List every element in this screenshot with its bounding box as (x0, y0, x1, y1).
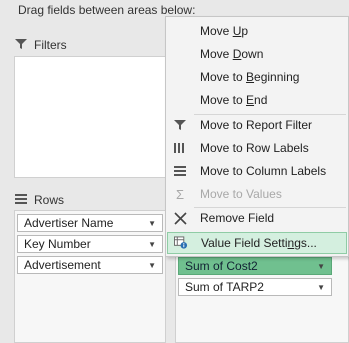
value-field-sum-of-cost2[interactable]: Sum of Cost2 ▼ (178, 257, 332, 275)
rows-label: Rows (34, 193, 65, 207)
chevron-down-icon[interactable]: ▼ (148, 261, 156, 270)
remove-icon (173, 211, 187, 225)
menu-item-move-to-beginning[interactable]: Move to Beginning (166, 66, 348, 88)
chevron-down-icon[interactable]: ▼ (317, 283, 325, 292)
field-label: Advertisement (24, 258, 101, 272)
menu-item-move-to-row-labels[interactable]: Move to Row Labels (166, 137, 348, 159)
field-label: Advertiser Name (24, 216, 114, 230)
menu-item-label: Move to Values (200, 187, 282, 201)
menu-item-value-field-settings[interactable]: Value Field Settings... (167, 232, 347, 254)
menu-item-move-to-report-filter[interactable]: Move to Report Filter (166, 114, 348, 136)
rows-icon (14, 193, 28, 208)
menu-item-label: Move to End (200, 93, 268, 107)
filters-drop-area[interactable] (14, 56, 166, 178)
row-field-advertiser-name[interactable]: Advertiser Name ▼ (17, 214, 163, 232)
filters-header: Filters (14, 34, 164, 56)
field-label: Sum of Cost2 (185, 259, 258, 273)
chevron-down-icon[interactable]: ▼ (148, 240, 156, 249)
value-settings-icon (174, 236, 188, 250)
menu-item-label: Move to Report Filter (200, 118, 313, 132)
menu-item-move-to-values: Σ Move to Values (166, 183, 348, 205)
menu-item-remove-field[interactable]: Remove Field (166, 207, 348, 229)
row-field-advertisement[interactable]: Advertisement ▼ (17, 256, 163, 274)
field-label: Sum of TARP2 (185, 280, 264, 294)
rows-header: Rows (14, 189, 164, 211)
menu-item-move-down[interactable]: Move Down (166, 43, 348, 65)
field-context-menu: Move Up Move Down Move to Beginning Move… (165, 16, 349, 257)
row-field-key-number[interactable]: Key Number ▼ (17, 235, 163, 253)
menu-item-label: Move to Column Labels (200, 164, 327, 178)
filter-icon (14, 38, 28, 53)
chevron-down-icon[interactable]: ▼ (317, 262, 325, 271)
filter-icon (173, 118, 187, 132)
menu-item-label: Move Up (200, 24, 249, 38)
instruction-text: Drag fields between areas below: (18, 3, 196, 17)
menu-item-move-to-end[interactable]: Move to End (166, 89, 348, 111)
filters-label: Filters (34, 38, 67, 52)
menu-item-move-to-column-labels[interactable]: Move to Column Labels (166, 160, 348, 182)
chevron-down-icon[interactable]: ▼ (148, 219, 156, 228)
row-labels-icon (173, 141, 187, 155)
menu-item-label: Move to Beginning (200, 70, 300, 84)
sigma-icon: Σ (175, 186, 185, 202)
menu-item-label: Remove Field (200, 211, 275, 225)
menu-item-move-up[interactable]: Move Up (166, 20, 348, 42)
value-field-sum-of-tarp2[interactable]: Sum of TARP2 ▼ (178, 278, 332, 296)
column-labels-icon (173, 164, 187, 178)
menu-item-label: Value Field Settings... (201, 236, 317, 250)
menu-item-label: Move Down (200, 47, 264, 61)
menu-item-label: Move to Row Labels (200, 141, 309, 155)
field-label: Key Number (24, 237, 91, 251)
